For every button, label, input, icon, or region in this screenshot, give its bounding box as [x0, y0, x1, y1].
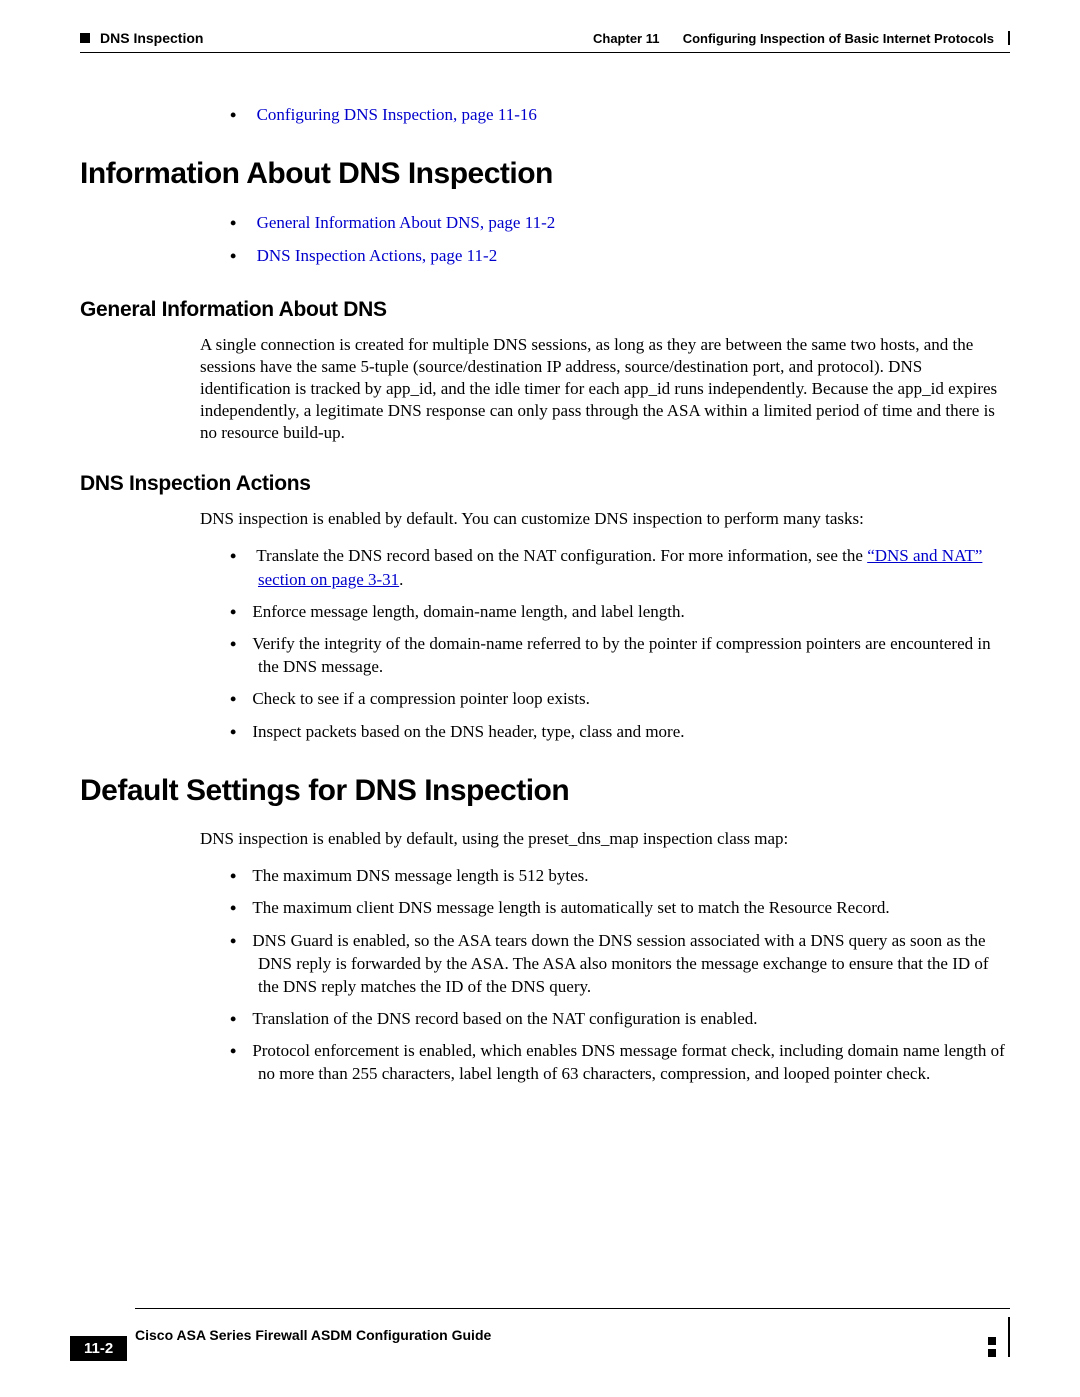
footer-row: 11-2 Cisco ASA Series Firewall ASDM Conf… — [80, 1313, 1010, 1357]
top-link-list: Configuring DNS Inspection, page 11-16 — [230, 103, 1010, 127]
list-item: Configuring DNS Inspection, page 11-16 — [230, 103, 1010, 127]
page-footer: 11-2 Cisco ASA Series Firewall ASDM Conf… — [80, 1308, 1010, 1357]
page-header: DNS Inspection Chapter 11 Configuring In… — [80, 30, 1010, 46]
list-item: Enforce message length, domain-name leng… — [230, 600, 1010, 624]
text: Translate the DNS record based on the NA… — [256, 546, 867, 565]
list-item: General Information About DNS, page 11-2 — [230, 211, 1010, 235]
list-item: The maximum client DNS message length is… — [230, 896, 1010, 920]
link-configuring-dns[interactable]: Configuring DNS Inspection, page 11-16 — [257, 105, 537, 124]
heading-general-info-dns: General Information About DNS — [80, 298, 1010, 322]
square-icon — [80, 33, 90, 43]
link-dns-inspection-actions[interactable]: DNS Inspection Actions, page 11-2 — [257, 246, 498, 265]
list-item: DNS Guard is enabled, so the ASA tears d… — [230, 929, 1010, 999]
info-link-list: General Information About DNS, page 11-2… — [230, 211, 1010, 268]
list-item: Translate the DNS record based on the NA… — [230, 544, 1010, 591]
horizontal-rule — [80, 52, 1010, 53]
text: . — [399, 570, 403, 589]
paragraph-actions-intro: DNS inspection is enabled by default. Yo… — [200, 508, 1010, 530]
footer-left: 11-2 Cisco ASA Series Firewall ASDM Conf… — [80, 1327, 491, 1343]
actions-list: Translate the DNS record based on the NA… — [230, 544, 1010, 743]
page-number-badge: 11-2 — [70, 1336, 127, 1361]
footer-right — [988, 1313, 1010, 1357]
chapter-title: Configuring Inspection of Basic Internet… — [683, 31, 994, 46]
list-item: DNS Inspection Actions, page 11-2 — [230, 244, 1010, 268]
defaults-list: The maximum DNS message length is 512 by… — [230, 864, 1010, 1086]
heading-default-settings: Default Settings for DNS Inspection — [80, 774, 1010, 808]
chapter-number: Chapter 11 — [593, 31, 659, 46]
list-item: Check to see if a compression pointer lo… — [230, 687, 1010, 711]
list-item: Verify the integrity of the domain-name … — [230, 632, 1010, 679]
heading-info-about-dns-inspection: Information About DNS Inspection — [80, 157, 1010, 191]
header-right: Chapter 11 Configuring Inspection of Bas… — [593, 31, 1010, 46]
header-left: DNS Inspection — [80, 30, 203, 46]
list-item: The maximum DNS message length is 512 by… — [230, 864, 1010, 888]
paragraph-general-info: A single connection is created for multi… — [200, 334, 1010, 444]
link-general-info-dns[interactable]: General Information About DNS, page 11-2 — [257, 213, 556, 232]
square-stack-icon — [988, 1337, 996, 1357]
paragraph-defaults-intro: DNS inspection is enabled by default, us… — [200, 828, 1010, 850]
section-breadcrumb: DNS Inspection — [100, 30, 203, 46]
list-item: Translation of the DNS record based on t… — [230, 1007, 1010, 1031]
vertical-bar-icon — [1008, 1317, 1010, 1357]
footer-rule — [135, 1308, 1010, 1309]
vertical-bar-icon — [1008, 31, 1010, 45]
document-page: DNS Inspection Chapter 11 Configuring In… — [0, 0, 1080, 1397]
list-item: Inspect packets based on the DNS header,… — [230, 720, 1010, 744]
heading-dns-inspection-actions: DNS Inspection Actions — [80, 472, 1010, 496]
guide-title: Cisco ASA Series Firewall ASDM Configura… — [135, 1327, 491, 1343]
list-item: Protocol enforcement is enabled, which e… — [230, 1039, 1010, 1086]
